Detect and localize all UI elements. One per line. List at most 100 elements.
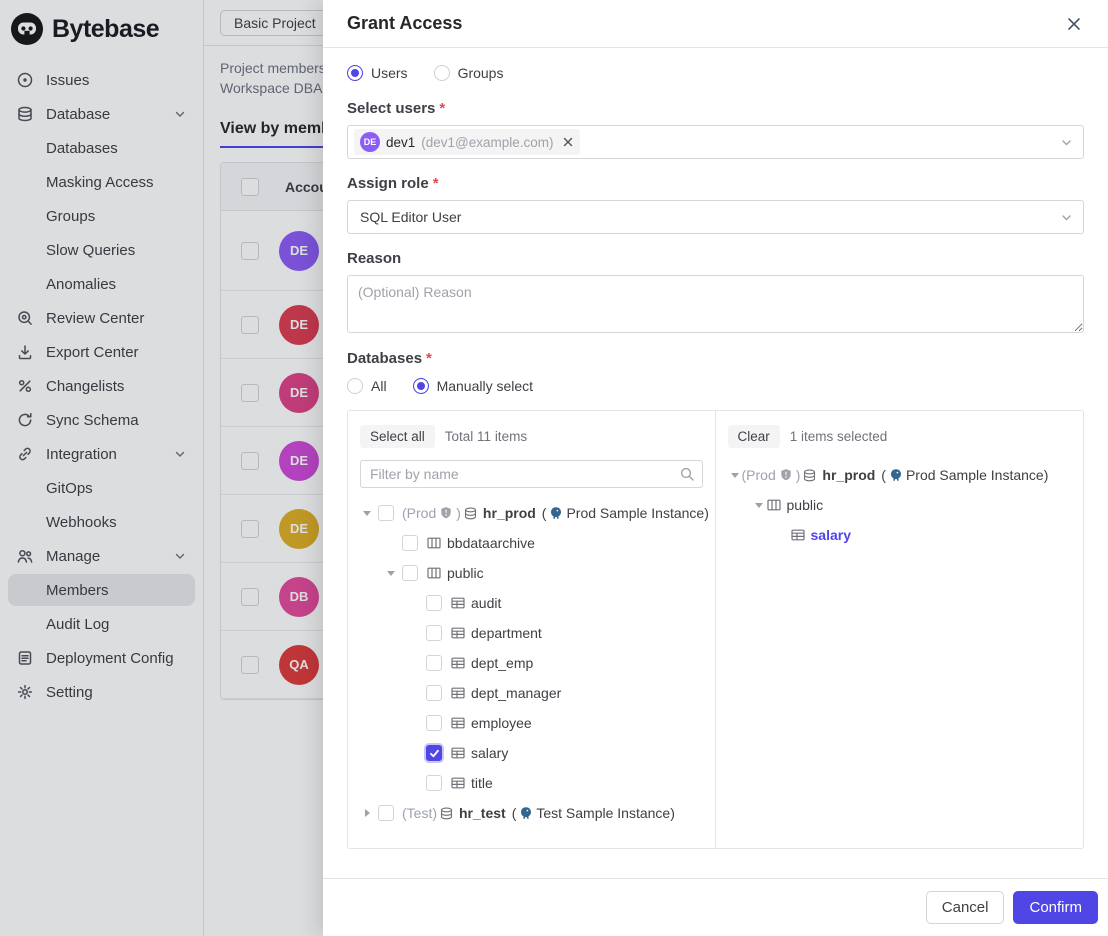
tree-node-label: hr_test xyxy=(459,805,506,821)
chevron-down-icon xyxy=(1060,211,1073,224)
close-icon[interactable] xyxy=(1062,12,1086,36)
database-scope-radios: All Manually select xyxy=(347,375,1084,397)
select-users-input[interactable]: DE dev1 (dev1@example.com) xyxy=(347,125,1084,159)
tree-node-label: salary xyxy=(471,745,508,761)
tree-node-public[interactable]: public xyxy=(360,558,703,588)
screen: Bytebase IssuesDatabaseDatabasesMasking … xyxy=(0,0,1108,936)
tree-node-dept_manager[interactable]: dept_manager xyxy=(360,678,703,708)
shield-icon xyxy=(779,468,793,482)
checkbox[interactable] xyxy=(426,775,442,791)
tree-node-label: department xyxy=(471,625,542,641)
postgres-icon xyxy=(519,806,533,820)
modal-header: Grant Access xyxy=(323,0,1108,48)
total-items-count: Total 11 items xyxy=(445,429,527,444)
table-icon xyxy=(790,527,806,543)
checkbox[interactable] xyxy=(402,565,418,581)
radio-selected-icon xyxy=(413,378,429,394)
user-chip-email: (dev1@example.com) xyxy=(421,135,553,150)
database-icon xyxy=(463,506,478,521)
cancel-button[interactable]: Cancel xyxy=(926,891,1005,924)
modal-title: Grant Access xyxy=(347,13,462,34)
checkbox[interactable] xyxy=(378,805,394,821)
tree-node-label: audit xyxy=(471,595,501,611)
radio-unselected-icon xyxy=(347,378,363,394)
database-icon xyxy=(439,806,454,821)
selected-tree: (Prod )hr_prod(Prod Sample Instance) publ… xyxy=(728,460,1072,550)
required-asterisk: * xyxy=(439,100,445,117)
tree-node-label: public xyxy=(447,565,484,581)
table-icon xyxy=(450,625,466,641)
filter-field xyxy=(360,460,703,488)
required-asterisk: * xyxy=(433,175,439,192)
tree-node-hr_prod[interactable]: (Prod )hr_prod(Prod Sample Instance) xyxy=(728,460,1072,490)
tree-node-label: dept_emp xyxy=(471,655,533,671)
user-chip-name: dev1 xyxy=(386,135,415,150)
instance-label: (Prod Sample Instance) xyxy=(542,505,709,521)
radio-users[interactable]: Users xyxy=(347,65,408,81)
environment-label: (Prod ) xyxy=(402,505,461,521)
database-picker-selected-panel: Clear 1 items selected (Prod )hr_prod(Pr… xyxy=(716,411,1084,848)
tree-node-employee[interactable]: employee xyxy=(360,708,703,738)
checkbox[interactable] xyxy=(402,535,418,551)
tree-node-audit[interactable]: audit xyxy=(360,588,703,618)
environment-label: (Prod ) xyxy=(742,467,801,483)
reason-textarea[interactable] xyxy=(347,275,1084,333)
member-type-radios: Users Groups xyxy=(347,62,1084,84)
tree-node-department[interactable]: department xyxy=(360,618,703,648)
confirm-button[interactable]: Confirm xyxy=(1013,891,1098,924)
radio-groups[interactable]: Groups xyxy=(434,65,504,81)
tree-node-label: salary xyxy=(811,527,851,543)
checkbox[interactable] xyxy=(426,685,442,701)
filter-by-name-input[interactable] xyxy=(360,460,703,488)
checkbox[interactable] xyxy=(426,625,442,641)
radio-users-label: Users xyxy=(371,65,408,81)
tree-node-label: public xyxy=(787,497,824,513)
table-icon xyxy=(450,715,466,731)
databases-label: Databases* xyxy=(347,350,1084,367)
assign-role-value: SQL Editor User xyxy=(354,209,461,225)
schema-icon xyxy=(426,565,442,581)
instance-label: (Prod Sample Instance) xyxy=(881,467,1048,483)
reason-label: Reason xyxy=(347,250,1084,267)
radio-groups-label: Groups xyxy=(458,65,504,81)
checkbox[interactable] xyxy=(426,745,442,761)
checkbox[interactable] xyxy=(426,715,442,731)
radio-manually-select-label: Manually select xyxy=(437,378,534,394)
assign-role-select[interactable]: SQL Editor User xyxy=(347,200,1084,234)
tree-node-label: dept_manager xyxy=(471,685,561,701)
clear-button[interactable]: Clear xyxy=(728,425,780,448)
shield-icon xyxy=(439,506,453,520)
environment-label: (Test) xyxy=(402,805,437,821)
remove-user-icon[interactable] xyxy=(562,136,574,148)
checkbox[interactable] xyxy=(378,505,394,521)
caret-down-icon[interactable] xyxy=(728,473,742,478)
avatar: DE xyxy=(360,132,380,152)
tree-node-dept_emp[interactable]: dept_emp xyxy=(360,648,703,678)
tree-node-bbdataarchive[interactable]: bbdataarchive xyxy=(360,528,703,558)
user-chip: DE dev1 (dev1@example.com) xyxy=(354,129,580,155)
assign-role-label: Assign role* xyxy=(347,175,1084,192)
caret-down-icon[interactable] xyxy=(360,511,374,516)
caret-down-icon[interactable] xyxy=(752,503,766,508)
tree-node-hr_prod[interactable]: (Prod )hr_prod(Prod Sample Instance) xyxy=(360,498,703,528)
radio-all-databases[interactable]: All xyxy=(347,378,387,394)
tree-node-title[interactable]: title xyxy=(360,768,703,798)
postgres-icon xyxy=(549,506,563,520)
database-icon xyxy=(802,468,817,483)
select-all-button[interactable]: Select all xyxy=(360,425,435,448)
table-icon xyxy=(450,595,466,611)
tree-node-salary[interactable]: salary xyxy=(360,738,703,768)
checkbox[interactable] xyxy=(426,655,442,671)
radio-manually-select[interactable]: Manually select xyxy=(413,378,534,394)
caret-down-icon[interactable] xyxy=(384,571,398,576)
search-icon xyxy=(679,466,695,482)
table-icon xyxy=(450,655,466,671)
tree-node-salary[interactable]: salary xyxy=(728,520,1072,550)
tree-node-public[interactable]: public xyxy=(728,490,1072,520)
table-icon xyxy=(450,745,466,761)
caret-right-icon[interactable] xyxy=(360,809,374,817)
checkbox[interactable] xyxy=(426,595,442,611)
radio-selected-icon xyxy=(347,65,363,81)
tree-node-hr_test[interactable]: (Test)hr_test(Test Sample Instance) xyxy=(360,798,703,828)
modal-body: Users Groups Select users* DE dev1 (dev1… xyxy=(323,48,1108,878)
